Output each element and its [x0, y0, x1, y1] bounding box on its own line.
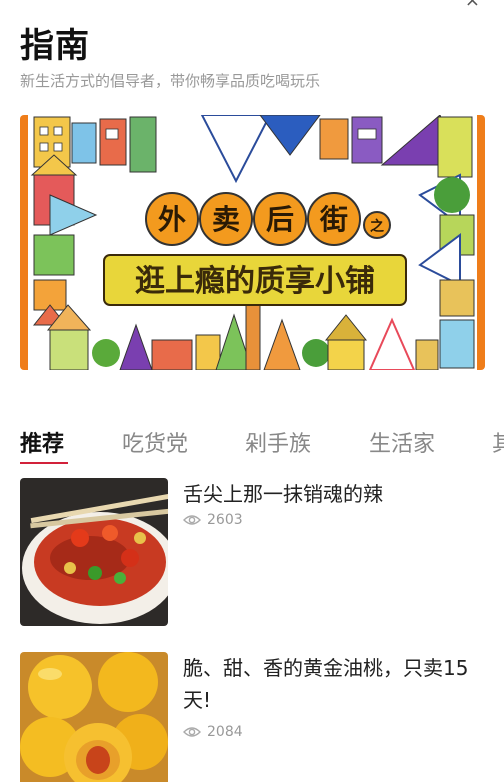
- article-thumbnail-chili-noodles[interactable]: [20, 478, 168, 626]
- page-title: 指南: [20, 26, 90, 66]
- page-subtitle: 新生活方式的倡导者，带你畅享品质吃喝玩乐: [20, 72, 321, 90]
- tab-recommend[interactable]: 推荐: [20, 426, 64, 458]
- tab-more[interactable]: 其: [492, 426, 504, 458]
- view-count-value: 2084: [207, 724, 243, 740]
- banner-suffix: 之: [370, 218, 384, 235]
- list-item[interactable]: 脆、甜、香的黄金油桃，只卖15天! 2084: [20, 652, 490, 782]
- banner-char-4: 街: [319, 203, 348, 236]
- active-tab-indicator: [20, 462, 68, 464]
- banner-illustration: 外 卖 后 街 之 逛上瘾的质享小铺: [20, 115, 485, 370]
- guide-page: × 指南 新生活方式的倡导者，带你畅享品质吃喝玩乐 外 卖 后 街 之 逛上瘾的…: [0, 0, 504, 782]
- tab-shoppers[interactable]: 剁手族: [245, 426, 311, 458]
- article-title[interactable]: 脆、甜、香的黄金油桃，只卖15天!: [183, 652, 483, 716]
- article-title[interactable]: 舌尖上那一抹销魂的辣: [183, 478, 483, 510]
- tab-foodies[interactable]: 吃货党: [122, 426, 188, 458]
- banner-char-1: 外: [158, 203, 186, 236]
- banner-char-3: 后: [266, 203, 294, 236]
- banner-headline: 外 卖 后 街 之: [145, 192, 391, 246]
- banner-subline: 逛上瘾的质享小铺: [135, 264, 375, 299]
- eye-icon: [183, 727, 201, 737]
- category-tabs: 推荐 吃货党 剁手族 生活家 其: [20, 426, 504, 466]
- tab-lifestyle[interactable]: 生活家: [369, 426, 435, 458]
- view-count: 2084: [183, 724, 243, 740]
- banner-char-2: 卖: [212, 203, 240, 236]
- promo-banner[interactable]: 外 卖 后 街 之 逛上瘾的质享小铺: [20, 115, 485, 370]
- view-count: 2603: [183, 512, 243, 528]
- close-icon[interactable]: ×: [465, 0, 480, 10]
- list-item[interactable]: 舌尖上那一抹销魂的辣 2603: [20, 478, 490, 628]
- eye-icon: [183, 515, 201, 525]
- view-count-value: 2603: [207, 512, 243, 528]
- article-thumbnail-golden-peaches[interactable]: [20, 652, 168, 782]
